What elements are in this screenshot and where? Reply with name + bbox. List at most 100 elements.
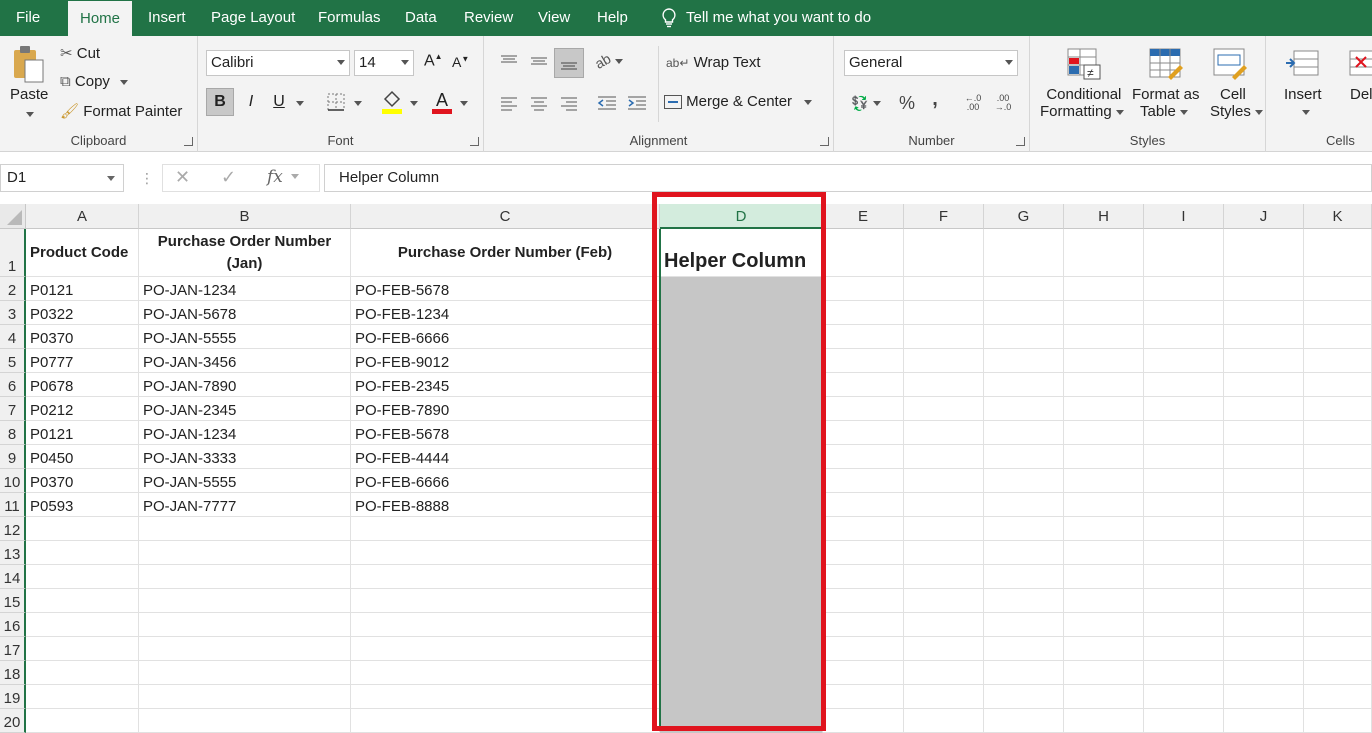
cell-styles-button[interactable]: Cell Styles (1210, 86, 1263, 120)
cell-a13[interactable] (26, 541, 139, 565)
column-header-a[interactable]: A (26, 204, 139, 229)
cell-d14[interactable] (660, 565, 823, 589)
cell-f16[interactable] (904, 613, 984, 637)
cell-d20[interactable] (660, 709, 823, 733)
cell-d1[interactable]: Helper Column (660, 229, 823, 277)
cell-k18[interactable] (1304, 661, 1372, 685)
cell-d19[interactable] (660, 685, 823, 709)
align-center-icon[interactable] (526, 90, 552, 116)
cell-k11[interactable] (1304, 493, 1372, 517)
tab-data[interactable]: Data (393, 0, 449, 36)
cell-d9[interactable] (660, 445, 823, 469)
cell-c15[interactable] (351, 589, 660, 613)
wrap-text-button[interactable]: ab↵ Wrap Text (666, 54, 761, 71)
cancel-icon[interactable]: ✕ (175, 167, 190, 188)
cell-j18[interactable] (1224, 661, 1304, 685)
align-left-icon[interactable] (496, 90, 522, 116)
cell-b13[interactable] (139, 541, 351, 565)
cell-j12[interactable] (1224, 517, 1304, 541)
cell-f14[interactable] (904, 565, 984, 589)
cell-i17[interactable] (1144, 637, 1224, 661)
cell-i6[interactable] (1144, 373, 1224, 397)
cell-a6[interactable]: P0678 (26, 373, 139, 397)
cell-d18[interactable] (660, 661, 823, 685)
cell-g14[interactable] (984, 565, 1064, 589)
cell-a19[interactable] (26, 685, 139, 709)
row-header-2[interactable]: 2 (0, 277, 26, 301)
cell-j9[interactable] (1224, 445, 1304, 469)
copy-button[interactable]: ⧉ Copy (60, 73, 128, 90)
cell-h1[interactable] (1064, 229, 1144, 277)
cell-g9[interactable] (984, 445, 1064, 469)
cell-j4[interactable] (1224, 325, 1304, 349)
cell-f13[interactable] (904, 541, 984, 565)
underline-button[interactable]: U (268, 88, 290, 116)
cell-i7[interactable] (1144, 397, 1224, 421)
cell-b14[interactable] (139, 565, 351, 589)
formula-bar-grip-icon[interactable]: ⋮ (140, 170, 154, 187)
cell-e12[interactable] (823, 517, 904, 541)
cell-d15[interactable] (660, 589, 823, 613)
cell-g20[interactable] (984, 709, 1064, 733)
cell-f12[interactable] (904, 517, 984, 541)
row-header-17[interactable]: 17 (0, 637, 26, 661)
conditional-formatting-button[interactable]: Conditional Formatting (1040, 86, 1124, 120)
cell-f3[interactable] (904, 301, 984, 325)
cell-j13[interactable] (1224, 541, 1304, 565)
cell-b20[interactable] (139, 709, 351, 733)
cell-c19[interactable] (351, 685, 660, 709)
cell-c14[interactable] (351, 565, 660, 589)
percent-button[interactable]: % (894, 90, 920, 116)
cell-h3[interactable] (1064, 301, 1144, 325)
cell-a3[interactable]: P0322 (26, 301, 139, 325)
cell-f17[interactable] (904, 637, 984, 661)
cell-f7[interactable] (904, 397, 984, 421)
cell-d7[interactable] (660, 397, 823, 421)
cell-j16[interactable] (1224, 613, 1304, 637)
cell-h14[interactable] (1064, 565, 1144, 589)
row-header-16[interactable]: 16 (0, 613, 26, 637)
cell-b6[interactable]: PO-JAN-7890 (139, 373, 351, 397)
cell-c16[interactable] (351, 613, 660, 637)
cell-i8[interactable] (1144, 421, 1224, 445)
delete-cells-button[interactable]: Delete (1350, 86, 1372, 103)
cell-b2[interactable]: PO-JAN-1234 (139, 277, 351, 301)
cell-i16[interactable] (1144, 613, 1224, 637)
column-header-e[interactable]: E (823, 204, 904, 229)
row-header-1[interactable]: 1 (0, 229, 26, 277)
cell-k5[interactable] (1304, 349, 1372, 373)
cell-a11[interactable]: P0593 (26, 493, 139, 517)
cell-f9[interactable] (904, 445, 984, 469)
decrease-indent-icon[interactable] (594, 90, 620, 116)
cell-i2[interactable] (1144, 277, 1224, 301)
font-launcher-icon[interactable] (470, 137, 479, 146)
row-header-20[interactable]: 20 (0, 709, 26, 733)
accounting-format-button[interactable]: 💱 (846, 90, 886, 116)
cell-g16[interactable] (984, 613, 1064, 637)
cell-h5[interactable] (1064, 349, 1144, 373)
cell-b10[interactable]: PO-JAN-5555 (139, 469, 351, 493)
name-box[interactable]: D1 (0, 164, 124, 192)
font-color-dropdown-icon[interactable] (456, 94, 468, 111)
column-header-k[interactable]: K (1304, 204, 1372, 229)
cell-b1[interactable]: Purchase Order Number (Jan) (139, 229, 351, 277)
alignment-launcher-icon[interactable] (820, 137, 829, 146)
merge-center-button[interactable]: Merge & Center (664, 93, 813, 110)
cell-b12[interactable] (139, 517, 351, 541)
cell-k13[interactable] (1304, 541, 1372, 565)
column-header-c[interactable]: C (351, 204, 660, 229)
row-header-12[interactable]: 12 (0, 517, 26, 541)
row-header-6[interactable]: 6 (0, 373, 26, 397)
cell-a20[interactable] (26, 709, 139, 733)
cell-k7[interactable] (1304, 397, 1372, 421)
tell-me-box[interactable]: Tell me what you want to do (662, 0, 871, 36)
cell-g1[interactable] (984, 229, 1064, 277)
paste-button[interactable] (8, 44, 48, 84)
cell-c20[interactable] (351, 709, 660, 733)
cell-c13[interactable] (351, 541, 660, 565)
clipboard-launcher-icon[interactable] (184, 137, 193, 146)
cell-g12[interactable] (984, 517, 1064, 541)
cell-h15[interactable] (1064, 589, 1144, 613)
cell-a12[interactable] (26, 517, 139, 541)
cell-e2[interactable] (823, 277, 904, 301)
